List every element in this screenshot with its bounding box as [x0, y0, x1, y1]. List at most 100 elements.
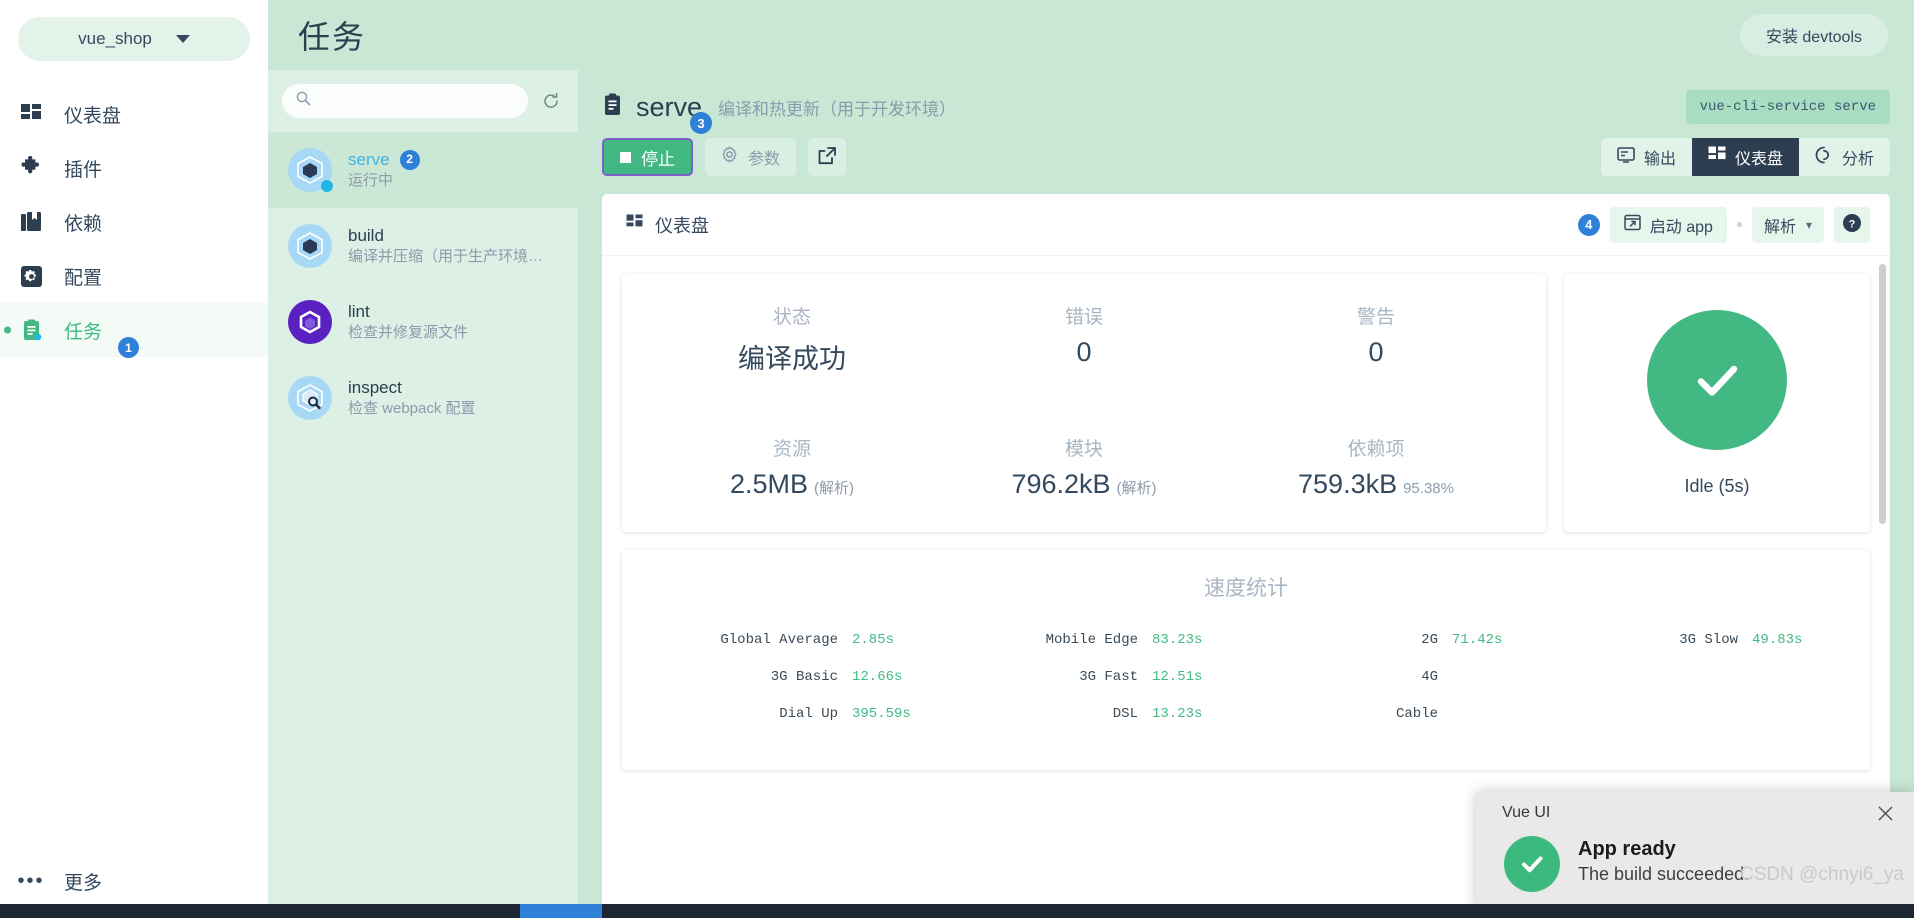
build-status-text: Idle (5s) [1684, 475, 1750, 496]
speed-key: Cable [1395, 706, 1438, 722]
task-detail-panel: serve 编译和热更新（用于开发环境） vue-cli-service ser… [578, 70, 1914, 918]
sidebar-item-dashboard[interactable]: 仪表盘 [0, 87, 268, 141]
detail-header: serve 编译和热更新（用于开发环境） vue-cli-service ser… [578, 70, 1914, 176]
project-switcher[interactable]: vue_shop [18, 17, 250, 61]
sidebar-item-plugins[interactable]: 插件 [0, 141, 268, 195]
speed-entry [1546, 669, 1846, 685]
dashboard-icon [1708, 146, 1726, 169]
notification-toast: Vue UI App ready The build succeeded. [1476, 792, 1914, 912]
speed-value: 395.59s [852, 706, 911, 722]
stat-label: 警告 [1356, 307, 1395, 328]
search-box[interactable] [282, 84, 528, 118]
task-name-row: serve 2 [348, 149, 564, 170]
speed-value: 83.23s [1152, 632, 1203, 648]
sidebar-nav: 仪表盘 插件 依赖 配置 任务 1 [0, 87, 268, 358]
stat-label: 状态 [772, 307, 811, 328]
speed-stats-grid: Global Average 2.85s Mobile Edge 83.23s 2G… [646, 632, 1846, 722]
stat-label: 模块 [1064, 439, 1103, 460]
body-row: serve 2 运行中 build 编译并压缩（用于生产环境… lint 检查并… [268, 70, 1914, 918]
task-name: serve [348, 150, 390, 170]
stat-label: 资源 [772, 439, 811, 460]
sidebar-item-configuration[interactable]: 配置 [0, 249, 268, 303]
stat-value-wrap: 796.2kB (解析) [938, 469, 1230, 500]
vertical-scrollbar[interactable] [1879, 264, 1886, 524]
eslint-icon [288, 300, 332, 344]
tab-dashboard[interactable]: 仪表盘 [1691, 138, 1799, 176]
chevron-down-icon: ▾ [1805, 217, 1812, 232]
gear-icon [18, 263, 44, 289]
task-name: inspect [348, 378, 402, 398]
puzzle-icon [18, 155, 44, 181]
cards-row: 状态 编译成功 错误 0 警告 0 资源 2.5MB (解析) 模块 796.2… [622, 274, 1870, 532]
speed-entry: 4G [1246, 669, 1546, 685]
book-icon [18, 209, 44, 235]
parse-mode-select[interactable]: 解析 ▾ [1751, 206, 1824, 243]
speed-key: 3G Basic [770, 669, 838, 685]
terminal-icon [1617, 146, 1635, 168]
toast-header: Vue UI [1476, 792, 1914, 834]
step-badge-4: 4 [1577, 213, 1600, 236]
speed-key: DSL [1112, 706, 1138, 722]
open-external-button[interactable] [808, 138, 847, 176]
task-name: build [348, 226, 384, 246]
params-button[interactable]: 参数 [705, 138, 797, 176]
speed-value: 49.83s [1752, 632, 1803, 648]
webpack-icon [288, 148, 333, 192]
task-texts: lint 检查并修复源文件 [348, 301, 564, 343]
view-tabs: 输出 仪表盘 分析 [1600, 138, 1890, 176]
stop-button[interactable]: 停止 [602, 138, 693, 176]
params-button-label: 参数 [748, 151, 781, 168]
speed-entry: 3G Slow 49.83s [1546, 632, 1846, 648]
dots-icon: ••• [17, 870, 45, 892]
check-circle-icon [1504, 836, 1560, 892]
stat-value-wrap: 编译成功 [646, 337, 938, 376]
speed-key: 4G [1421, 669, 1438, 685]
sidebar-item-tasks[interactable]: 任务 1 [0, 303, 268, 358]
search-input[interactable] [320, 93, 528, 109]
task-name-row: lint [348, 301, 564, 322]
speed-entry: Mobile Edge 83.23s [946, 632, 1246, 648]
stat-value: 796.2kB [1011, 469, 1111, 499]
clipboard-icon [18, 317, 44, 343]
stat-value: 0 [1368, 337, 1384, 367]
build-status-card: Idle (5s) [1564, 274, 1870, 532]
stat-suffix: 95.38% [1403, 480, 1454, 497]
main-area: 任务 安装 devtools serve 2 运行中 build 编译并压缩（用… [268, 0, 1914, 918]
tab-output[interactable]: 输出 [1601, 138, 1692, 176]
help-button[interactable]: ? [1834, 206, 1870, 243]
stat-label: 错误 [1064, 307, 1103, 328]
task-desc: 运行中 [348, 171, 394, 189]
task-desc: 编译并压缩（用于生产环境… [348, 247, 544, 265]
gear-icon [721, 146, 738, 168]
sidebar-item-dependencies[interactable]: 依赖 [0, 195, 268, 249]
stat-label: 依赖项 [1347, 439, 1405, 460]
stat-errors: 错误 0 [938, 302, 1230, 376]
toast-app-name: Vue UI [1502, 804, 1551, 821]
sidebar-item-label: 依赖 [64, 213, 103, 235]
command-chip: vue-cli-service serve [1685, 90, 1890, 124]
task-name: lint [348, 302, 370, 322]
search-icon [296, 91, 311, 111]
tab-analyze[interactable]: 分析 [1799, 138, 1890, 176]
task-item-lint[interactable]: lint 检查并修复源文件 [268, 284, 578, 360]
speed-key: 2G [1421, 632, 1438, 648]
chevron-down-icon [175, 35, 190, 43]
sidebar-item-label: 插件 [64, 159, 103, 181]
speed-entry: 2G 71.42s [1246, 632, 1546, 648]
refresh-icon[interactable] [538, 88, 564, 114]
launch-app-button[interactable]: 启动 app [1609, 206, 1727, 243]
speed-value: 2.85s [852, 632, 895, 648]
close-icon[interactable] [1870, 798, 1900, 828]
panel-toolbar: 仪表盘 4 启动 app 解析 ▾ ? [602, 194, 1890, 256]
stats-card: 状态 编译成功 错误 0 警告 0 资源 2.5MB (解析) 模块 796.2… [622, 274, 1546, 532]
task-item-serve[interactable]: serve 2 运行中 [268, 132, 578, 208]
stat-value-wrap: 2.5MB (解析) [646, 469, 938, 500]
taskbar-active-item[interactable] [520, 904, 602, 918]
stat-modules: 模块 796.2kB (解析) [938, 434, 1230, 500]
speed-entry: DSL 13.23s [946, 706, 1246, 722]
task-item-inspect[interactable]: inspect 检查 webpack 配置 [268, 360, 578, 436]
install-devtools-button[interactable]: 安装 devtools [1739, 14, 1888, 56]
separator-dot [1736, 222, 1742, 227]
task-item-build[interactable]: build 编译并压缩（用于生产环境… [268, 208, 578, 284]
sidebar-item-badge: 1 [118, 337, 139, 358]
